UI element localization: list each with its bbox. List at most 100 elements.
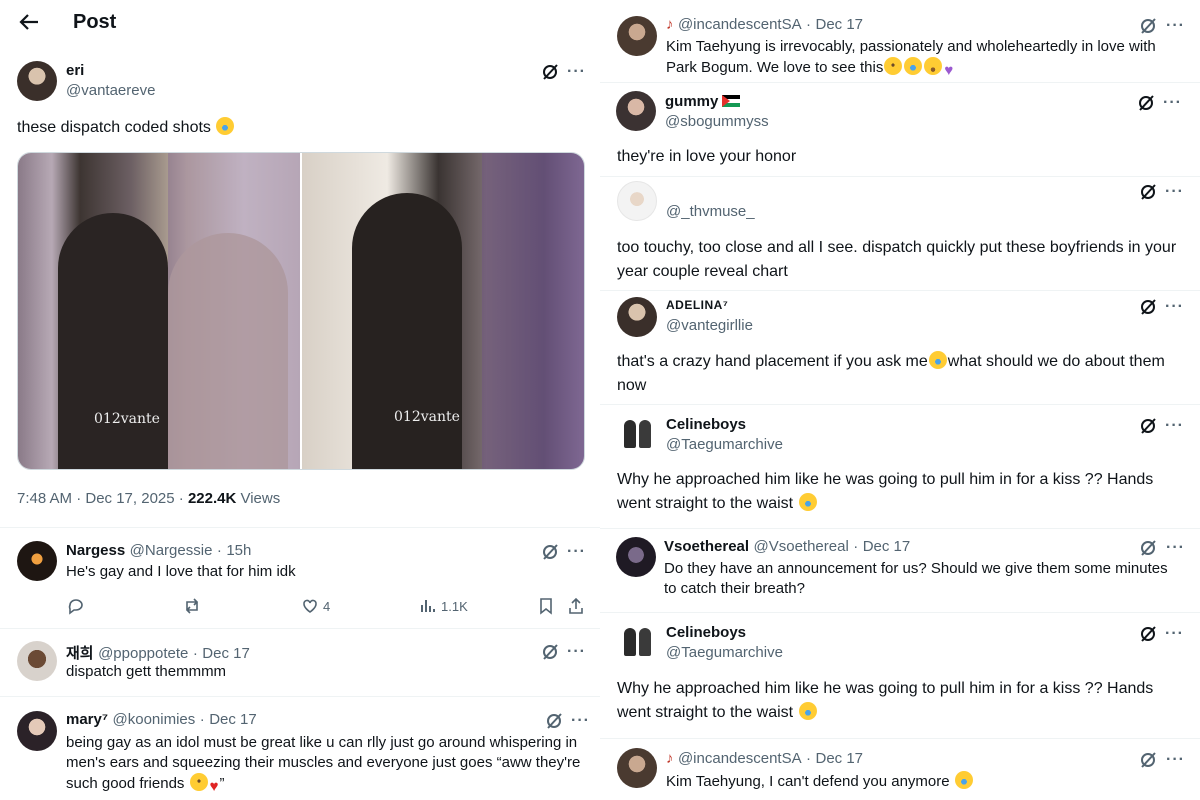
reply-date[interactable]: 15h (226, 542, 251, 559)
avatar-figure (624, 420, 636, 448)
avatar[interactable] (618, 414, 658, 454)
relieved-face-emoji-icon (884, 57, 903, 75)
reply-author-name[interactable]: 재희 (66, 645, 94, 662)
reply-text-block: that's a crazy hand placement if you ask… (617, 350, 1187, 398)
reply-header: 재희 @ppoppotete · Dec 17 (66, 642, 250, 663)
more-options-icon[interactable]: ··· (1163, 95, 1182, 111)
grok-icon[interactable] (1138, 297, 1158, 317)
reply-text: being gay as an idol must be great like … (66, 734, 581, 792)
more-options-icon[interactable]: ··· (1166, 540, 1185, 556)
more-options-icon[interactable]: ··· (1165, 418, 1184, 434)
avatar[interactable] (616, 91, 656, 131)
grok-icon[interactable] (1138, 538, 1158, 558)
reply-date[interactable]: Dec 17 (209, 711, 257, 728)
views-icon[interactable] (418, 596, 438, 616)
more-options-icon[interactable]: ··· (1165, 299, 1184, 315)
reply-header: gummy (665, 93, 741, 111)
reply-icon[interactable] (66, 596, 86, 616)
post-author-handle[interactable]: @vantaereve (66, 82, 155, 99)
divider (600, 528, 1200, 529)
more-options-icon[interactable]: ··· (567, 644, 586, 660)
more-options-icon[interactable]: ··· (1166, 18, 1185, 34)
replies-column: ♪ @incandescentSA · Dec 17 ··· Kim Taehy… (600, 0, 1200, 800)
guitar-emoji-icon: ♪ (666, 750, 674, 767)
post-media[interactable]: 012vante 012vante (17, 152, 585, 470)
reply-text-block: Why he approached him like he was going … (617, 677, 1177, 725)
divider (0, 527, 600, 528)
reply-date[interactable]: Dec 17 (816, 16, 864, 33)
reply-author-name[interactable]: Celineboys (666, 624, 746, 641)
reply-author-handle[interactable]: @koonimies (113, 711, 196, 728)
more-options-icon[interactable]: ··· (1165, 626, 1184, 642)
photo-figure (58, 213, 168, 469)
reply-author-name[interactable]: gummy (665, 93, 718, 110)
avatar[interactable] (17, 711, 57, 751)
divider (0, 696, 600, 697)
more-options-icon[interactable]: ··· (1166, 752, 1185, 768)
reply-date[interactable]: Dec 17 (863, 538, 911, 555)
avatar[interactable] (17, 641, 57, 681)
reply-author-handle[interactable]: @incandescentSA (678, 16, 802, 33)
reply-date[interactable]: Dec 17 (816, 750, 864, 767)
reply-text-block: Why he approached him like he was going … (617, 468, 1177, 516)
share-icon[interactable] (566, 596, 586, 616)
post-timestamp[interactable]: 7:48 AM · Dec 17, 2025 · (17, 490, 188, 507)
avatar[interactable] (617, 748, 657, 788)
retweet-icon[interactable] (182, 596, 202, 616)
divider (600, 404, 1200, 405)
reply-text: dispatch gett themmmm (66, 663, 227, 680)
divider (600, 82, 1200, 83)
more-options-icon[interactable]: ··· (571, 713, 590, 729)
reply-author-handle[interactable]: @Nargessie (130, 542, 213, 559)
avatar[interactable] (17, 541, 57, 581)
guitar-emoji-icon: ♪ (666, 16, 674, 33)
grok-icon[interactable] (1138, 416, 1158, 436)
reply-author-name[interactable]: Celineboys (666, 416, 746, 433)
reply-header: ♪ @incandescentSA · Dec 17 (666, 16, 863, 34)
grok-icon[interactable] (544, 711, 564, 731)
back-arrow-icon[interactable] (18, 10, 40, 34)
post-photo-1[interactable]: 012vante (18, 153, 300, 469)
grok-icon[interactable] (1138, 624, 1158, 644)
avatar[interactable] (17, 61, 57, 101)
reply-author-handle[interactable]: @incandescentSA (678, 750, 802, 767)
reply-author-name[interactable]: Nargess (66, 542, 125, 559)
bookmark-icon[interactable] (536, 596, 556, 616)
reply-author-name[interactable]: ADELINA⁷ (666, 298, 728, 312)
grok-icon[interactable] (1136, 93, 1156, 113)
views-count: 222.4K (187, 490, 237, 507)
reply-author-handle[interactable]: @sbogummyss (665, 113, 769, 130)
reply-text-block: Kim Taehyung is irrevocably, passionatel… (666, 37, 1186, 81)
more-options-icon[interactable]: ··· (1165, 184, 1184, 200)
avatar[interactable] (617, 297, 657, 337)
photo-overlay (168, 153, 300, 469)
avatar[interactable] (618, 622, 658, 662)
reply-author-handle[interactable]: @vantegirllie (666, 317, 753, 334)
post-metadata: 7:48 AM · Dec 17, 2025 · 222.4K Views (17, 490, 280, 507)
grok-icon[interactable] (540, 62, 560, 82)
reply-date[interactable]: Dec 17 (202, 645, 250, 662)
reply-text: Kim Taehyung, I can't defend you anymore (666, 773, 950, 790)
reply-author-name[interactable]: mary⁷ (66, 711, 108, 728)
grok-icon[interactable] (540, 542, 560, 562)
post-author-name[interactable]: eri (66, 62, 84, 79)
like-icon[interactable] (300, 596, 320, 616)
reply-author-name[interactable]: Vsoethereal (664, 538, 749, 555)
reply-author-handle[interactable]: @Taegumarchive (666, 436, 783, 453)
avatar[interactable] (616, 537, 656, 577)
grok-icon[interactable] (1138, 16, 1158, 36)
avatar[interactable] (617, 181, 657, 221)
reply-author-handle[interactable]: @Vsoethereal (754, 538, 849, 555)
reply-author-handle[interactable]: @Taegumarchive (666, 644, 783, 661)
grok-icon[interactable] (540, 642, 560, 662)
reply-author-handle[interactable]: @ppoppotete (98, 645, 188, 662)
grok-icon[interactable] (1138, 182, 1158, 202)
grok-icon[interactable] (1138, 750, 1158, 770)
separator-dot: · (806, 16, 812, 33)
avatar[interactable] (617, 16, 657, 56)
more-options-icon[interactable]: ··· (567, 64, 586, 80)
more-options-icon[interactable]: ··· (567, 544, 586, 560)
reply-author-handle[interactable]: @_thvmuse_ (666, 203, 755, 220)
separator-dot: · (806, 750, 812, 767)
post-photo-2[interactable]: 012vante (302, 153, 584, 469)
